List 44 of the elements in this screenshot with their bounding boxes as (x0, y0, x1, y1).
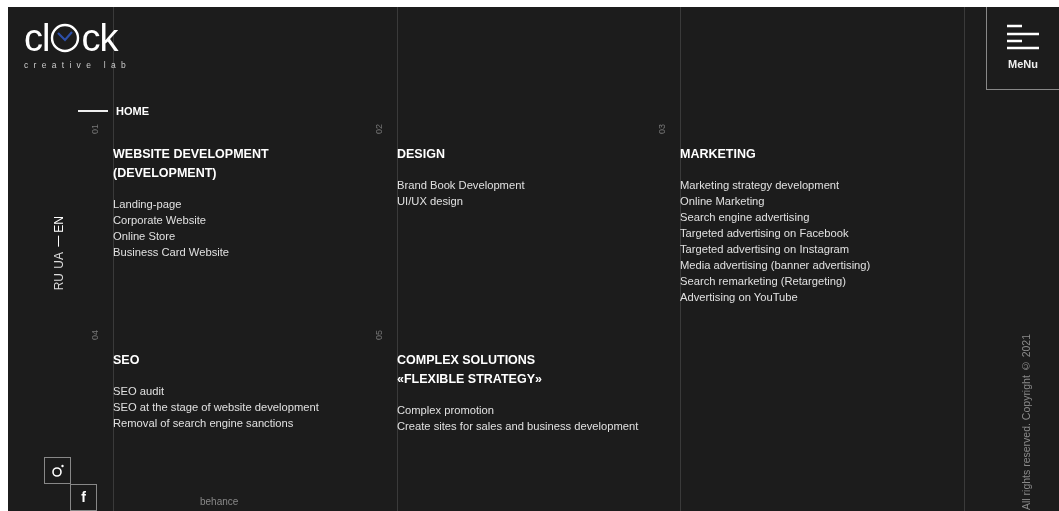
service-link[interactable]: Removal of search engine sanctions (113, 417, 294, 429)
service-link[interactable]: Search remarketing (Retargeting) (680, 275, 847, 287)
service-link[interactable]: Business Card Website (113, 246, 230, 258)
service-link[interactable]: UI/UX design (397, 195, 463, 207)
camera-icon (51, 464, 64, 477)
language-option[interactable]: EN (50, 216, 68, 247)
menu-button[interactable]: MeNu (986, 7, 1059, 90)
service-link[interactable]: Create sites for sales and business development (397, 420, 639, 432)
service-link[interactable]: Advertising on YouTube (680, 291, 798, 303)
service-link[interactable]: Targeted advertising on Facebook (680, 227, 849, 239)
service-link[interactable]: Brand Book Development (397, 179, 525, 191)
language-option[interactable]: RU (50, 273, 68, 291)
instagram-button[interactable] (44, 457, 71, 484)
section-title: SEO (113, 352, 141, 369)
service-link[interactable]: Complex promotion (397, 404, 494, 416)
section-number: 03 (656, 124, 668, 134)
copyright-text: All rights reserved. Copyright © 2021 (1019, 334, 1034, 510)
behance-link[interactable]: behance (200, 493, 397, 509)
service-link[interactable]: SEO at the stage of website development (113, 401, 319, 413)
service-link[interactable]: Corporate Website (113, 214, 207, 226)
logo-tagline: creative lab (24, 59, 133, 72)
section-title: COMPLEX SOLUTIONS «FLEXIBLE STRATEGY» (397, 352, 543, 388)
service-link[interactable]: Online Store (113, 230, 176, 242)
service-link[interactable]: Online Marketing (680, 195, 765, 207)
service-link[interactable]: Landing-page (113, 198, 182, 210)
language-option[interactable]: UA (50, 251, 68, 269)
section-title: MARKETING (680, 146, 757, 163)
section-title: DESIGN (397, 146, 446, 163)
logo-text: cl (24, 19, 50, 57)
service-link[interactable]: Media advertising (banner advertising) (680, 259, 871, 271)
logo-text: ck (81, 19, 118, 57)
breadcrumb-item[interactable]: HOME (116, 102, 149, 120)
service-link[interactable]: SEO audit (113, 385, 164, 397)
section-number: 04 (89, 330, 101, 340)
clock-icon (50, 23, 81, 53)
facebook-button[interactable]: f (70, 484, 97, 511)
service-link[interactable]: Marketing strategy development (680, 179, 840, 191)
menu-icon (1007, 23, 1039, 50)
service-link[interactable]: Targeted advertising on Instagram (680, 243, 850, 255)
section-number: 01 (89, 124, 101, 134)
section-number: 02 (373, 124, 385, 134)
section-number: 05 (373, 330, 385, 340)
service-link[interactable]: Search engine advertising (680, 211, 810, 223)
section-title: WEBSITE DEVELOPMENT (DEVELOPMENT) (113, 146, 270, 182)
